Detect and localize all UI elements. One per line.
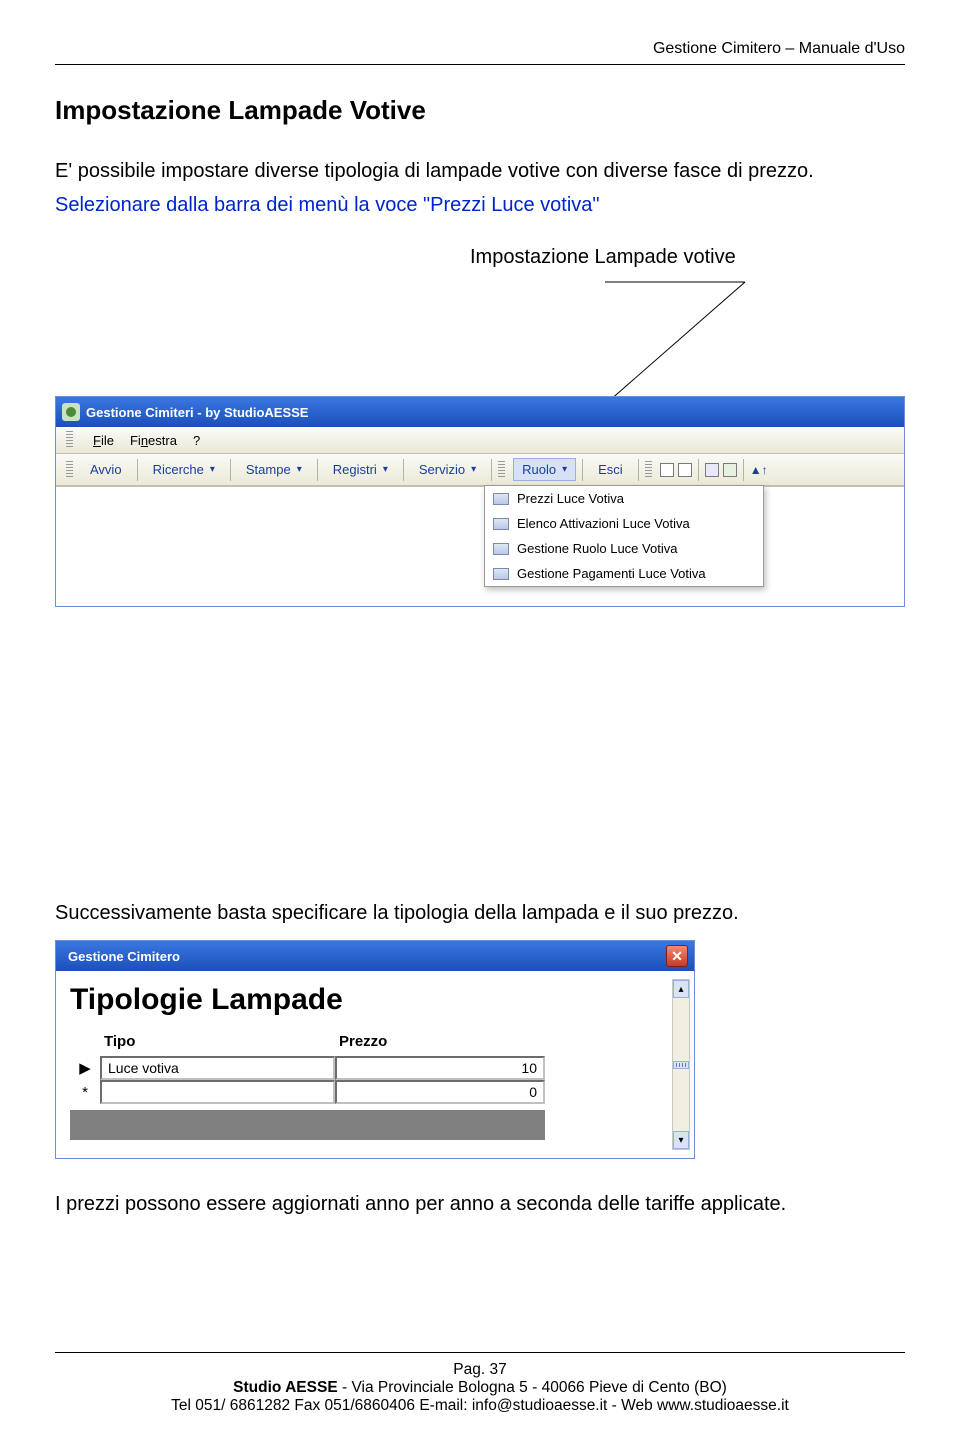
- tb-stampe[interactable]: Stampe: [237, 458, 311, 481]
- tb-avvio[interactable]: Avvio: [81, 458, 131, 481]
- tb-icon-2[interactable]: [678, 463, 692, 477]
- sep: [403, 459, 404, 481]
- col-tipo: Tipo: [100, 1027, 335, 1056]
- section-heading: Impostazione Lampade Votive: [55, 95, 905, 126]
- sep: [638, 459, 639, 481]
- menu-help[interactable]: ?: [193, 433, 200, 448]
- tb-servizio[interactable]: Servizio: [410, 458, 485, 481]
- form-icon: [493, 568, 509, 580]
- app-titlebar: Gestione Cimiteri - by StudioAESSE: [56, 397, 904, 427]
- footer-contacts: Tel 051/ 6861282 Fax 051/6860406 E-mail:…: [55, 1397, 905, 1415]
- intro-paragraph: E' possibile impostare diverse tipologia…: [55, 154, 905, 188]
- col-prezzo: Prezzo: [335, 1027, 545, 1056]
- dd-gestione-ruolo[interactable]: Gestione Ruolo Luce Votiva: [485, 536, 763, 561]
- toolbar: Avvio Ricerche Stampe Registri Servizio …: [56, 454, 904, 486]
- tb-ricerche[interactable]: Ricerche: [144, 458, 224, 481]
- close-button[interactable]: ✕: [666, 945, 688, 967]
- prezzo-input[interactable]: 10: [335, 1056, 545, 1080]
- tipologie-grid: Tipo Prezzo ▶ Luce votiva 10 * 0: [70, 1027, 680, 1140]
- dd-gestione-pagamenti[interactable]: Gestione Pagamenti Luce Votiva: [485, 561, 763, 586]
- scroll-up-icon[interactable]: ▴: [673, 980, 689, 998]
- dialog-heading: Tipologie Lampade: [70, 983, 680, 1017]
- dialog-body: ▴ ▾ Tipologie Lampade Tipo Prezzo ▶ Luce…: [56, 971, 694, 1158]
- toolbar-grip-1: [66, 461, 73, 479]
- header-rule: [55, 64, 905, 65]
- app-title: Gestione Cimiteri - by StudioAESSE: [86, 405, 308, 420]
- menubar-grip: [66, 431, 73, 449]
- footer-page: Pag. 37: [55, 1361, 905, 1379]
- menubar: File Finestra ?: [56, 427, 904, 454]
- dialog-title: Gestione Cimitero: [68, 949, 180, 964]
- tb-esci[interactable]: Esci: [589, 458, 632, 481]
- footer-address: - Via Provinciale Bologna 5 - 40066 Piev…: [338, 1379, 727, 1396]
- dialog-window: Gestione Cimitero ✕ ▴ ▾ Tipologie Lampad…: [55, 940, 695, 1159]
- callout-label: Impostazione Lampade votive: [470, 246, 736, 269]
- sep: [582, 459, 583, 481]
- tb-icon-5[interactable]: ▲↑: [750, 463, 768, 477]
- sep: [137, 459, 138, 481]
- dd-elenco-attivazioni[interactable]: Elenco Attivazioni Luce Votiva: [485, 511, 763, 536]
- tipo-input[interactable]: Luce votiva: [100, 1056, 335, 1080]
- footer-company: Studio AESSE: [233, 1379, 338, 1396]
- page-footer: Pag. 37 Studio AESSE - Via Provinciale B…: [55, 1352, 905, 1415]
- app-icon: [62, 403, 80, 421]
- after-screenshot-2: I prezzi possono essere aggiornati anno …: [55, 1187, 905, 1221]
- tb-ruolo[interactable]: Ruolo: [513, 458, 576, 481]
- toolbar-grip-2: [498, 461, 505, 479]
- scroll-down-icon[interactable]: ▾: [673, 1131, 689, 1149]
- dialog-titlebar: Gestione Cimitero ✕: [56, 941, 694, 971]
- sep: [230, 459, 231, 481]
- prezzo-input-new[interactable]: 0: [335, 1080, 545, 1104]
- scroll-thumb[interactable]: [673, 1061, 689, 1069]
- tb-icon-4[interactable]: [723, 463, 737, 477]
- app-window: Gestione Cimiteri - by StudioAESSE File …: [55, 396, 905, 607]
- sep: [698, 459, 699, 481]
- sep: [491, 459, 492, 481]
- menu-file[interactable]: File: [93, 433, 114, 448]
- row-marker-new: *: [70, 1084, 100, 1101]
- form-icon: [493, 493, 509, 505]
- after-screenshot-1: Successivamente basta specificare la tip…: [55, 896, 905, 930]
- page-header: Gestione Cimitero – Manuale d'Uso: [55, 40, 905, 58]
- app-client: Prezzi Luce Votiva Elenco Attivazioni Lu…: [56, 486, 904, 606]
- tb-icon-1[interactable]: [660, 463, 674, 477]
- form-icon: [493, 543, 509, 555]
- instruction-text: Selezionare dalla barra dei menù la voce…: [55, 188, 905, 222]
- screenshot-1-area: Impostazione Lampade votive Gestione Cim…: [55, 246, 905, 556]
- ruolo-dropdown: Prezzi Luce Votiva Elenco Attivazioni Lu…: [484, 485, 764, 587]
- toolbar-grip-3: [645, 461, 652, 479]
- tb-icon-3[interactable]: [705, 463, 719, 477]
- dd-prezzi-luce[interactable]: Prezzi Luce Votiva: [485, 486, 763, 511]
- sep: [743, 459, 744, 481]
- tipo-input-new[interactable]: [100, 1080, 335, 1104]
- scrollbar[interactable]: ▴ ▾: [672, 979, 690, 1150]
- form-icon: [493, 518, 509, 530]
- sep: [317, 459, 318, 481]
- tb-registri[interactable]: Registri: [324, 458, 397, 481]
- row-marker: ▶: [70, 1059, 100, 1077]
- menu-finestra[interactable]: Finestra: [130, 433, 177, 448]
- grid-spacer: [70, 1110, 545, 1140]
